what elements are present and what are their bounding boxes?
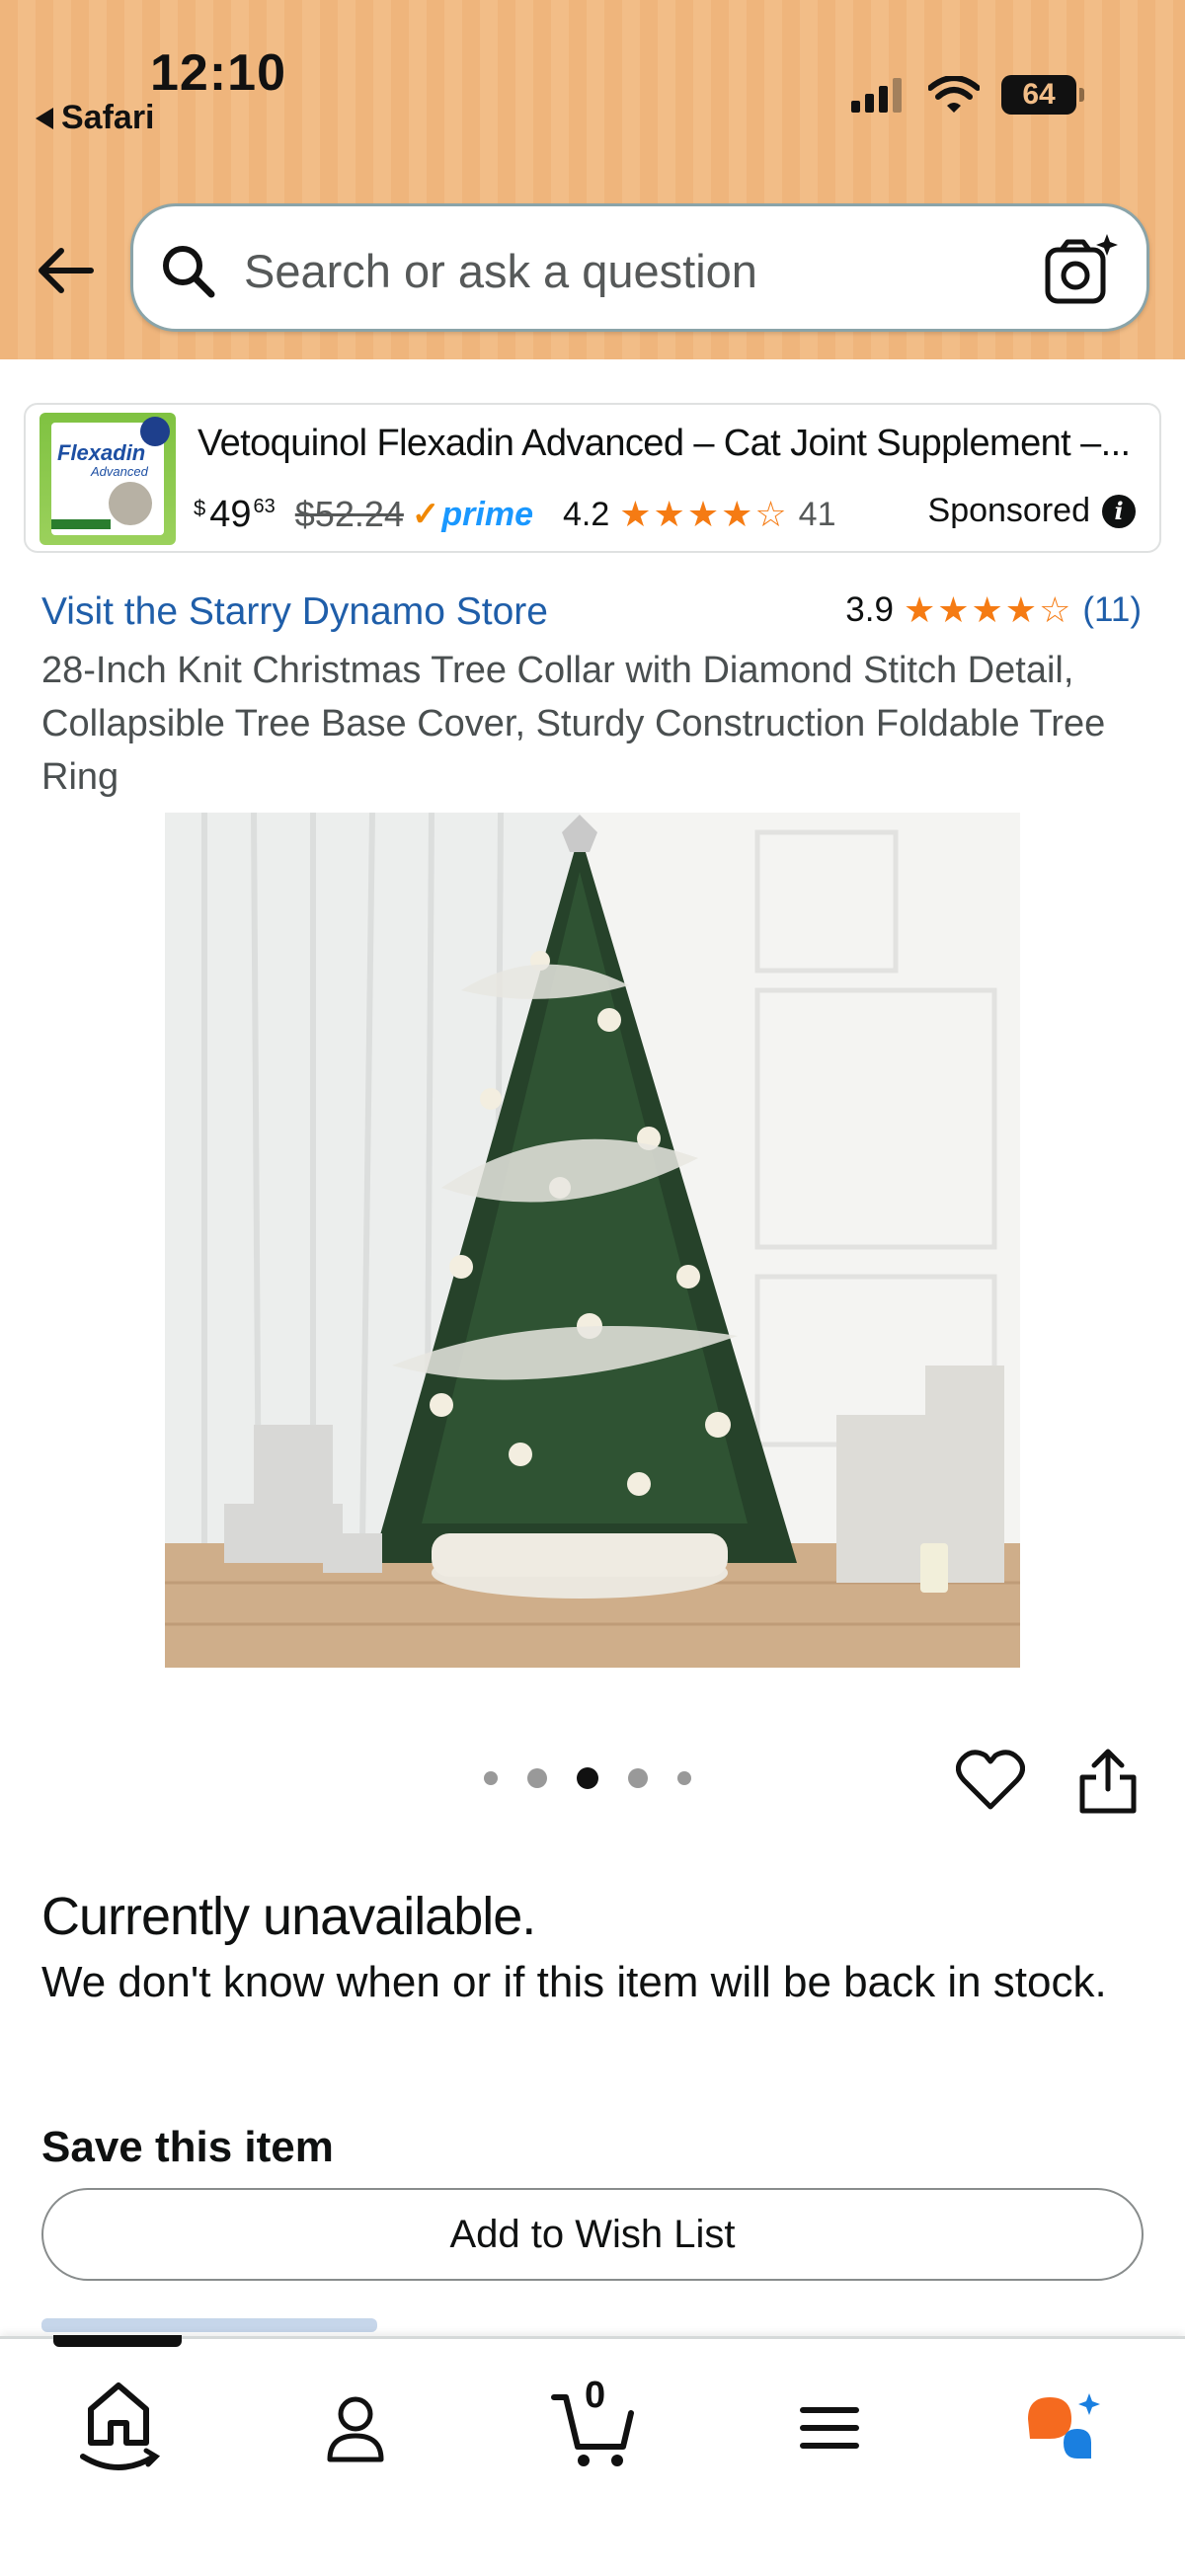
nav-account[interactable] bbox=[296, 2369, 415, 2487]
product-review-count[interactable]: (11) bbox=[1082, 590, 1142, 630]
image-carousel-dots[interactable] bbox=[484, 1767, 691, 1789]
ad-rating-value: 4.2 bbox=[562, 495, 610, 533]
product-rating-value: 3.9 bbox=[845, 590, 894, 629]
status-time: 12:10 bbox=[150, 44, 286, 102]
battery-level: 64 bbox=[1022, 78, 1056, 111]
star-full-icon: ★ bbox=[721, 494, 753, 534]
back-app-label: Safari bbox=[61, 99, 155, 136]
back-triangle-icon bbox=[36, 107, 53, 129]
wifi-icon bbox=[928, 76, 980, 113]
star-full-icon: ★ bbox=[619, 494, 652, 534]
price-fraction: 63 bbox=[253, 496, 276, 517]
share-icon[interactable] bbox=[1076, 1746, 1140, 1815]
prime-label: prime bbox=[441, 495, 533, 533]
ad-star-rating: ★ ★ ★ ★ ☆ bbox=[619, 497, 786, 532]
menu-icon bbox=[800, 2407, 859, 2449]
back-to-safari[interactable]: Safari bbox=[36, 99, 155, 137]
carousel-dot-active[interactable] bbox=[577, 1767, 598, 1789]
product-image[interactable] bbox=[165, 813, 1020, 1668]
thumbnail-stripe bbox=[51, 519, 111, 529]
sponsored-text: Sponsored bbox=[927, 492, 1090, 529]
add-to-wish-list-button[interactable]: Add to Wish List bbox=[41, 2188, 1144, 2281]
nav-home[interactable] bbox=[59, 2369, 178, 2487]
availability-detail: We don't know when or if this item will … bbox=[41, 1958, 1107, 2006]
product-title: 28-Inch Knit Christmas Tree Collar with … bbox=[41, 650, 1106, 798]
search-icon bbox=[163, 246, 215, 298]
star-full-icon: ★ bbox=[903, 589, 936, 630]
partially-hidden-link bbox=[41, 2318, 377, 2332]
save-item-label: Save this item bbox=[41, 2123, 334, 2171]
store-link[interactable]: Visit the Starry Dynamo Store bbox=[41, 590, 548, 634]
product-rating[interactable]: 3.9 ★ ★ ★ ★ ☆ (11) bbox=[845, 590, 1142, 630]
star-full-icon: ★ bbox=[937, 589, 970, 630]
prime-check-icon: ✓ bbox=[411, 496, 440, 533]
carousel-dot[interactable] bbox=[628, 1768, 648, 1788]
home-icon bbox=[80, 2382, 161, 2470]
camera-search-icon[interactable] bbox=[1042, 230, 1121, 309]
star-empty-icon: ☆ bbox=[754, 494, 787, 534]
star-full-icon: ★ bbox=[1004, 589, 1038, 630]
back-arrow-icon[interactable] bbox=[34, 239, 97, 302]
sponsored-label[interactable]: Sponsored i bbox=[928, 492, 1136, 530]
price-symbol: $ bbox=[194, 496, 206, 520]
ad-price-row: $ 49 63 $52.24 ✓ prime 4.2 ★ ★ ★ ★ ☆ 41 bbox=[194, 490, 835, 539]
nav-cart[interactable]: 0 bbox=[533, 2369, 652, 2487]
search-input[interactable]: Search or ask a question bbox=[244, 244, 757, 298]
bottom-navigation: 0 bbox=[0, 2335, 1185, 2576]
status-icons: 64 bbox=[849, 75, 1084, 115]
prime-badge: ✓ prime bbox=[412, 495, 533, 534]
star-full-icon: ★ bbox=[686, 494, 720, 534]
star-full-icon: ★ bbox=[653, 494, 685, 534]
carousel-dot[interactable] bbox=[527, 1768, 547, 1788]
thumbnail-cat-image bbox=[109, 482, 152, 525]
list-price: $52.24 bbox=[294, 494, 404, 534]
cellular-signal-icon bbox=[851, 78, 902, 113]
heart-icon[interactable] bbox=[956, 1748, 1025, 1813]
price-whole: 49 bbox=[209, 493, 252, 535]
ad-review-count: 41 bbox=[798, 495, 836, 533]
active-tab-indicator bbox=[53, 2335, 182, 2347]
search-bar[interactable]: Search or ask a question bbox=[130, 203, 1149, 332]
cart-count: 0 bbox=[585, 2375, 606, 2416]
header: 12:10 Safari 64 Search or ask a question bbox=[0, 0, 1185, 359]
product-star-rating: ★ ★ ★ ★ ☆ bbox=[904, 592, 1070, 628]
sponsored-product-ad[interactable]: Flexadin Advanced Vetoquinol Flexadin Ad… bbox=[24, 403, 1161, 553]
star-full-icon: ★ bbox=[971, 589, 1003, 630]
rufus-icon bbox=[1028, 2393, 1100, 2459]
nav-rufus[interactable] bbox=[1003, 2369, 1122, 2487]
nav-menu[interactable] bbox=[770, 2369, 889, 2487]
carousel-dot[interactable] bbox=[484, 1771, 498, 1785]
ad-title[interactable]: Vetoquinol Flexadin Advanced – Cat Joint… bbox=[198, 423, 1146, 465]
star-empty-icon: ☆ bbox=[1039, 589, 1071, 630]
ad-product-thumbnail[interactable]: Flexadin Advanced bbox=[40, 413, 176, 545]
account-icon bbox=[327, 2396, 384, 2462]
battery-indicator: 64 bbox=[1001, 75, 1084, 115]
info-icon[interactable]: i bbox=[1102, 494, 1136, 528]
thumbnail-sub: Advanced bbox=[91, 464, 148, 479]
thumbnail-brand: Flexadin bbox=[57, 440, 146, 465]
carousel-dot[interactable] bbox=[677, 1771, 691, 1785]
availability-headline: Currently unavailable. bbox=[41, 1887, 536, 1946]
